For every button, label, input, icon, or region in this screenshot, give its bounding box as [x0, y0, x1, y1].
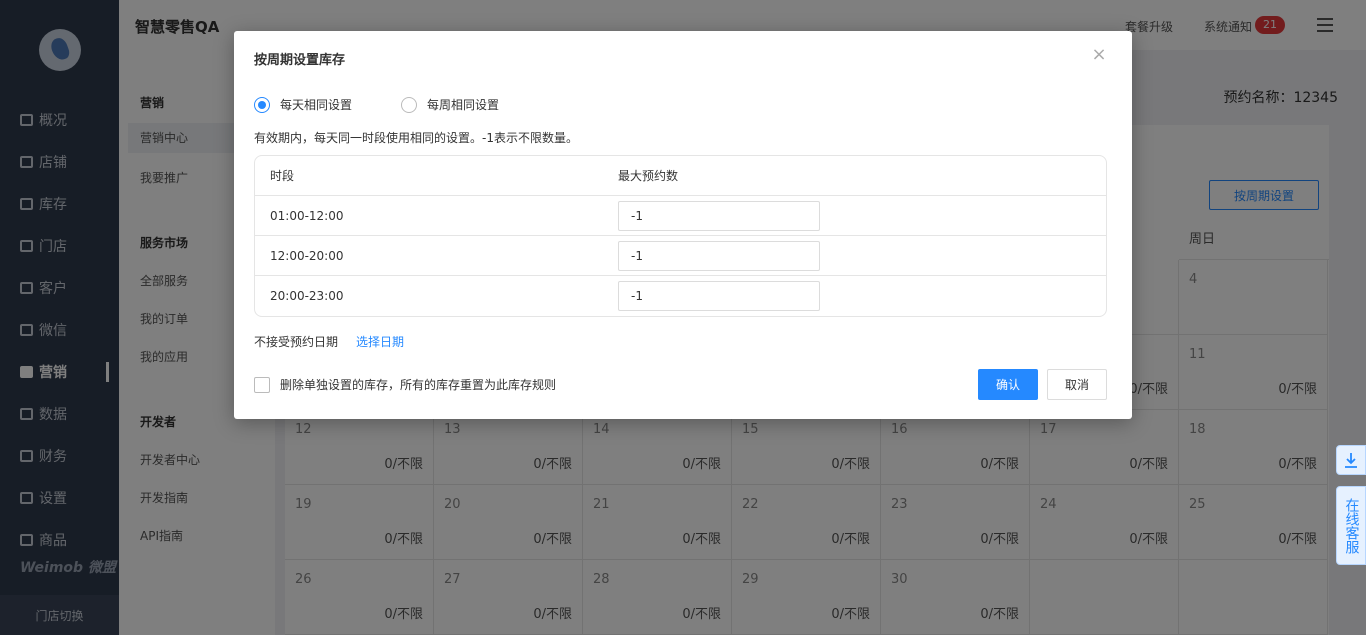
max-bookings-input[interactable] — [618, 281, 820, 311]
confirm-button[interactable]: 确认 — [978, 369, 1038, 400]
period-cell: 12:00-20:00 — [270, 249, 344, 263]
radio-daily-label: 每天相同设置 — [280, 98, 353, 112]
download-button[interactable] — [1336, 445, 1366, 475]
delete-individual-stock-label: 删除单独设置的库存，所有的库存重置为此库存规则 — [280, 378, 557, 392]
column-header-period: 时段 — [270, 169, 295, 183]
download-icon — [1345, 453, 1357, 468]
table-row: 20:00-23:00 — [255, 276, 1106, 316]
modal-title: 按周期设置库存 — [254, 53, 346, 68]
radio-weekly-label: 每周相同设置 — [427, 98, 500, 112]
no-booking-date-label: 不接受预约日期 — [254, 335, 339, 349]
delete-individual-stock-checkbox[interactable] — [254, 376, 270, 393]
radio-weekly-same[interactable]: 每周相同设置 — [401, 96, 499, 113]
online-service-label: 在线客服 — [1343, 497, 1360, 554]
online-service-button[interactable]: 在线客服 — [1336, 486, 1366, 565]
radio-daily-indicator[interactable] — [254, 96, 270, 113]
max-bookings-input[interactable] — [618, 241, 820, 271]
weekly-stock-modal: 按周期设置库存 × 每天相同设置 每周相同设置 有效期内，每天同一时段使用相同的… — [234, 31, 1132, 419]
column-header-max-bookings: 最大预约数 — [618, 169, 679, 183]
period-cell: 20:00-23:00 — [270, 289, 344, 303]
cancel-button[interactable]: 取消 — [1047, 369, 1107, 400]
delete-individual-stock-option[interactable]: 删除单独设置的库存，所有的库存重置为此库存规则 — [254, 376, 556, 393]
radio-daily-same[interactable]: 每天相同设置 — [254, 96, 352, 113]
table-row: 12:00-20:00 — [255, 236, 1106, 276]
close-icon[interactable]: × — [1090, 46, 1108, 64]
period-stock-table: 时段 最大预约数 01:00-12:00 12:00-20:00 20:00-2… — [254, 155, 1107, 317]
choose-date-link[interactable]: 选择日期 — [356, 333, 404, 350]
max-bookings-input[interactable] — [618, 201, 820, 231]
period-cell: 01:00-12:00 — [270, 209, 344, 223]
radio-weekly-indicator[interactable] — [401, 96, 417, 113]
table-row: 01:00-12:00 — [255, 196, 1106, 236]
table-header-row: 时段 最大预约数 — [255, 156, 1106, 196]
stock-hint-text: 有效期内，每天同一时段使用相同的设置。-1表示不限数量。 — [254, 131, 578, 145]
